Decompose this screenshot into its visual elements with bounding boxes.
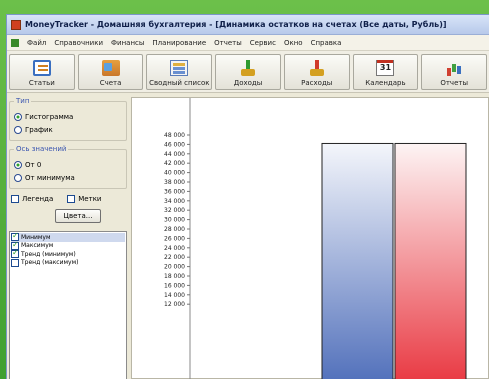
radio-histogram[interactable]: Гистограмма xyxy=(14,111,122,122)
y-tick-label: 14 000 xyxy=(164,292,185,299)
bar-maximum xyxy=(394,142,467,379)
window-title: MoneyTracker - Домашняя бухгалтерия - [Д… xyxy=(25,20,447,29)
series-item-trend-maximum[interactable]: Тренд (максимум) xyxy=(11,258,125,268)
menu-help[interactable]: Справка xyxy=(307,39,346,47)
display-flags: Легенда Метки xyxy=(11,195,127,203)
summary-list-button[interactable]: Сводный список xyxy=(146,53,213,90)
reports-label: Отчеты xyxy=(440,78,468,87)
radio-from-zero-indicator[interactable] xyxy=(14,160,22,169)
chart-area: 48 000 46 000 44 000 42 000 40 000 38 000 36 0… xyxy=(131,97,489,379)
articles-icon xyxy=(32,59,51,76)
y-tick-label: 34 000 xyxy=(164,198,185,205)
reports-icon xyxy=(445,60,463,76)
series-minimum-label: Минимум xyxy=(21,233,51,241)
articles-button[interactable]: Статьи xyxy=(9,53,75,90)
radio-graph-indicator[interactable] xyxy=(14,125,22,134)
report-content: Тип Гистограмма График Ось значений От 0 xyxy=(7,94,489,379)
radio-histogram-label: Гистограмма xyxy=(25,112,74,121)
y-tick-label: 38 000 xyxy=(164,179,185,186)
y-tick-label: 20 000 xyxy=(164,264,185,271)
legend-checkbox[interactable]: Легенда xyxy=(11,195,53,203)
chart-type-legend: Тип xyxy=(16,97,30,105)
calendar-icon: 31 xyxy=(376,59,395,76)
y-tick-label: 26 000 xyxy=(164,235,185,242)
labels-checkbox-label: Метки xyxy=(78,195,102,203)
y-tick-label: 48 000 xyxy=(164,132,185,139)
y-tick-label: 16 000 xyxy=(164,282,185,289)
radio-from-zero[interactable]: От 0 xyxy=(14,159,122,170)
legend-checkbox-box[interactable] xyxy=(11,195,19,203)
articles-label: Статьи xyxy=(28,78,55,87)
accounts-button[interactable]: Счета xyxy=(77,53,144,90)
summary-list-label: Сводный список xyxy=(149,78,210,87)
y-tick-label: 18 000 xyxy=(164,273,185,280)
income-icon xyxy=(239,59,257,76)
bar-minimum xyxy=(321,142,394,379)
colors-button[interactable]: Цвета... xyxy=(55,209,101,223)
y-tick-label: 32 000 xyxy=(164,207,185,214)
series-item-minimum[interactable]: Минимум xyxy=(11,231,125,242)
menu-service[interactable]: Сервис xyxy=(246,39,280,47)
y-tick-label: 42 000 xyxy=(164,160,185,167)
menu-references[interactable]: Справочники xyxy=(50,39,107,47)
series-trend-maximum-checkbox[interactable] xyxy=(11,258,19,267)
income-label: Доходы xyxy=(233,78,263,87)
value-axis-group: Ось значений От 0 От минимума xyxy=(9,145,127,189)
value-axis-legend: Ось значений xyxy=(16,145,67,153)
series-trend-maximum-label: Тренд (максимум) xyxy=(21,259,79,267)
app-icon xyxy=(11,19,21,30)
menu-finance[interactable]: Финансы xyxy=(107,39,148,47)
expense-button[interactable]: Расходы xyxy=(283,53,350,90)
labels-checkbox[interactable]: Метки xyxy=(67,195,101,203)
series-trend-minimum-checkbox[interactable] xyxy=(11,248,19,259)
radio-from-minimum[interactable]: От минимума xyxy=(14,172,122,183)
menu-planning[interactable]: Планирование xyxy=(148,39,210,47)
y-tick-label: 12 000 xyxy=(164,301,185,308)
balance-chart: 48 000 46 000 44 000 42 000 40 000 38 000 36 0… xyxy=(164,98,467,379)
menu-file[interactable]: Файл xyxy=(23,39,50,47)
settings-panel: Тип Гистограмма График Ось значений От 0 xyxy=(9,97,127,379)
income-button[interactable]: Доходы xyxy=(215,53,281,90)
app-window: MoneyTracker - Домашняя бухгалтерия - [Д… xyxy=(6,14,489,379)
document-icon[interactable] xyxy=(11,38,19,47)
title-bar: MoneyTracker - Домашняя бухгалтерия - [Д… xyxy=(7,15,489,35)
radio-from-minimum-label: От минимума xyxy=(25,173,75,182)
radio-from-zero-label: От 0 xyxy=(25,160,42,169)
y-tick-label: 40 000 xyxy=(164,170,185,177)
legend-checkbox-label: Легенда xyxy=(22,195,54,203)
chart-type-group: Тип Гистограмма График xyxy=(9,97,127,141)
menu-window[interactable]: Окно xyxy=(280,39,307,47)
y-tick-label: 24 000 xyxy=(164,245,185,252)
y-tick-label: 22 000 xyxy=(164,254,185,261)
y-tick-label: 44 000 xyxy=(164,151,185,158)
reports-button[interactable]: Отчеты xyxy=(421,53,488,90)
expense-icon xyxy=(308,59,326,76)
y-tick-label: 30 000 xyxy=(164,217,185,224)
accounts-label: Счета xyxy=(99,78,122,87)
menu-reports[interactable]: Отчеты xyxy=(210,39,246,47)
series-maximum-label: Максимум xyxy=(21,242,54,250)
accounts-icon xyxy=(101,59,120,76)
y-tick-label: 46 000 xyxy=(164,141,185,148)
labels-checkbox-box[interactable] xyxy=(67,195,76,203)
calendar-button[interactable]: 31 Календарь xyxy=(352,53,419,90)
radio-graph-label: График xyxy=(25,125,53,134)
series-item-trend-minimum[interactable]: Тренд (минимум) xyxy=(11,248,125,259)
calendar-label: Календарь xyxy=(365,78,406,87)
menu-bar: Файл Справочники Финансы Планирование От… xyxy=(7,35,489,51)
series-item-maximum[interactable]: Максимум xyxy=(11,240,125,251)
y-tick-label: 28 000 xyxy=(164,226,185,233)
radio-from-minimum-indicator[interactable] xyxy=(14,173,22,182)
toolbar: Статьи Счета Сводный список Доходы Расхо… xyxy=(7,51,489,93)
series-list[interactable]: Минимум Максимум Тренд (минимум) Тренд (… xyxy=(9,231,127,379)
expense-label: Расходы xyxy=(301,78,333,87)
radio-graph[interactable]: График xyxy=(14,124,122,135)
summary-list-icon xyxy=(170,59,189,76)
y-tick-label: 36 000 xyxy=(164,188,185,195)
radio-histogram-indicator[interactable] xyxy=(14,112,22,121)
series-trend-minimum-label: Тренд (минимум) xyxy=(21,250,76,258)
